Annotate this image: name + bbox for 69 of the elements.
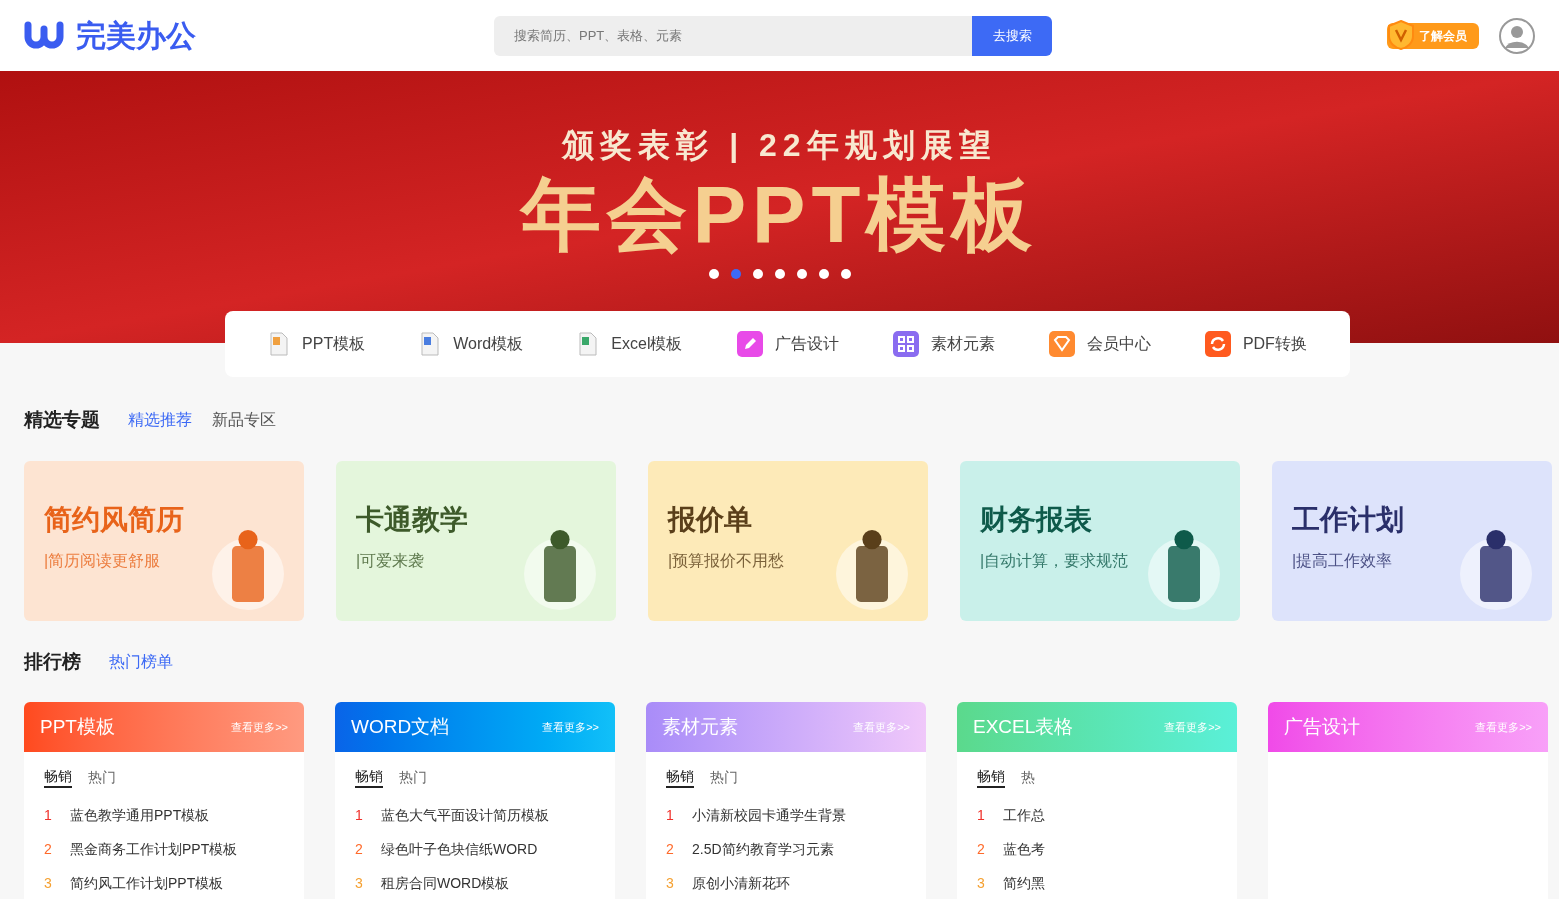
topic-card[interactable]: 卡通教学 |可爱来袭	[336, 461, 616, 621]
template-link[interactable]: 工作总	[1003, 804, 1045, 826]
ranking-tab[interactable]: 畅销	[355, 766, 383, 788]
rank-number: 2	[977, 839, 986, 859]
ranking-tab[interactable]: 畅销	[666, 766, 694, 788]
document-icon	[419, 332, 442, 356]
grid-icon	[892, 331, 919, 357]
document-icon	[577, 332, 600, 356]
ranking-tab[interactable]: 热门	[399, 766, 427, 788]
topic-title: 财务报表	[980, 503, 1093, 537]
topic-title: 简约风简历	[44, 503, 184, 537]
pencil-icon	[736, 331, 763, 357]
rank-number: 1	[666, 805, 675, 825]
template-link[interactable]: 租房合同WORD模板	[381, 872, 510, 894]
ranking-tab[interactable]: 畅销	[977, 766, 1005, 788]
template-link[interactable]: 蓝色教学通用PPT模板	[70, 804, 210, 826]
search-field[interactable]: 搜索简历、PPT、表格、元素	[494, 15, 972, 56]
rank-number: 2	[666, 839, 675, 859]
section-title: 排行榜	[24, 649, 81, 674]
refresh-icon	[1204, 331, 1231, 357]
rank-number: 1	[44, 805, 53, 825]
template-link[interactable]: 简约风工作计划PPT模板	[70, 872, 224, 894]
topic-subtitle: |提高工作效率	[1292, 551, 1394, 571]
topic-subtitle: |自动计算，要求规范	[980, 551, 1129, 571]
ranking-tab[interactable]: 热门	[88, 766, 116, 788]
rank-number: 1	[355, 805, 364, 825]
topic-card[interactable]: 工作计划 |提高工作效率	[1272, 461, 1552, 621]
template-link[interactable]: 绿色叶子色块信纸WORD	[381, 838, 538, 860]
ranking-tab[interactable]: 畅销	[44, 766, 72, 788]
template-link[interactable]: 简约黑	[1003, 872, 1045, 894]
topic-card[interactable]: 财务报表 |自动计算，要求规范	[960, 461, 1240, 621]
rank-number: 3	[666, 873, 675, 893]
rank-number: 3	[355, 873, 364, 893]
rank-number: 2	[44, 839, 53, 859]
ranking-card-title: PPT模板	[40, 714, 115, 739]
rank-number: 2	[355, 839, 364, 859]
template-link[interactable]: 蓝色考	[1003, 838, 1045, 860]
section-tab[interactable]: 热门榜单	[109, 650, 173, 674]
template-link[interactable]: 原创小清新花环	[692, 872, 790, 894]
ranking-card-title: EXCEL表格	[973, 714, 1074, 739]
ranking-card-title: 广告设计	[1284, 714, 1360, 739]
section-tab[interactable]: 新品专区	[212, 408, 276, 432]
template-link[interactable]: 黑金商务工作计划PPT模板	[70, 838, 238, 860]
template-link[interactable]: 2.5D简约教育学习元素	[692, 838, 834, 860]
banner-subtitle: 颁奖表彰 | 22年规划展望	[562, 126, 997, 165]
template-link[interactable]: 小清新校园卡通学生背景	[692, 804, 846, 826]
template-link[interactable]: 蓝色大气平面设计简历模板	[381, 804, 549, 826]
topic-title: 工作计划	[1292, 503, 1404, 537]
topic-subtitle: |预算报价不用愁	[668, 551, 785, 571]
ranking-tab[interactable]: 热门	[710, 766, 738, 788]
ranking-card-title: 素材元素	[662, 714, 738, 739]
banner-title: 年会PPT模板	[520, 169, 1039, 261]
ranking-tab[interactable]: 热	[1021, 766, 1035, 788]
topic-title: 卡通教学	[356, 503, 468, 537]
topic-subtitle: |可爱来袭	[356, 551, 426, 571]
rank-number: 1	[977, 805, 986, 825]
document-icon	[268, 332, 291, 356]
topic-subtitle: |简历阅读更舒服	[44, 551, 162, 571]
section-title: 精选专题	[24, 407, 100, 432]
rank-number: 3	[977, 873, 986, 893]
topic-title: 报价单	[668, 503, 753, 537]
rank-number: 3	[44, 873, 53, 893]
search-button[interactable]: 去搜索	[972, 15, 1052, 56]
avatar-icon[interactable]	[1499, 17, 1535, 54]
badge-icon	[1387, 19, 1415, 50]
topic-card[interactable]: 报价单 |预算报价不用愁	[648, 461, 928, 621]
ranking-card-title: WORD文档	[351, 714, 450, 739]
logo-text: 完美办公	[76, 18, 196, 54]
section-tab[interactable]: 精选推荐	[128, 408, 192, 432]
